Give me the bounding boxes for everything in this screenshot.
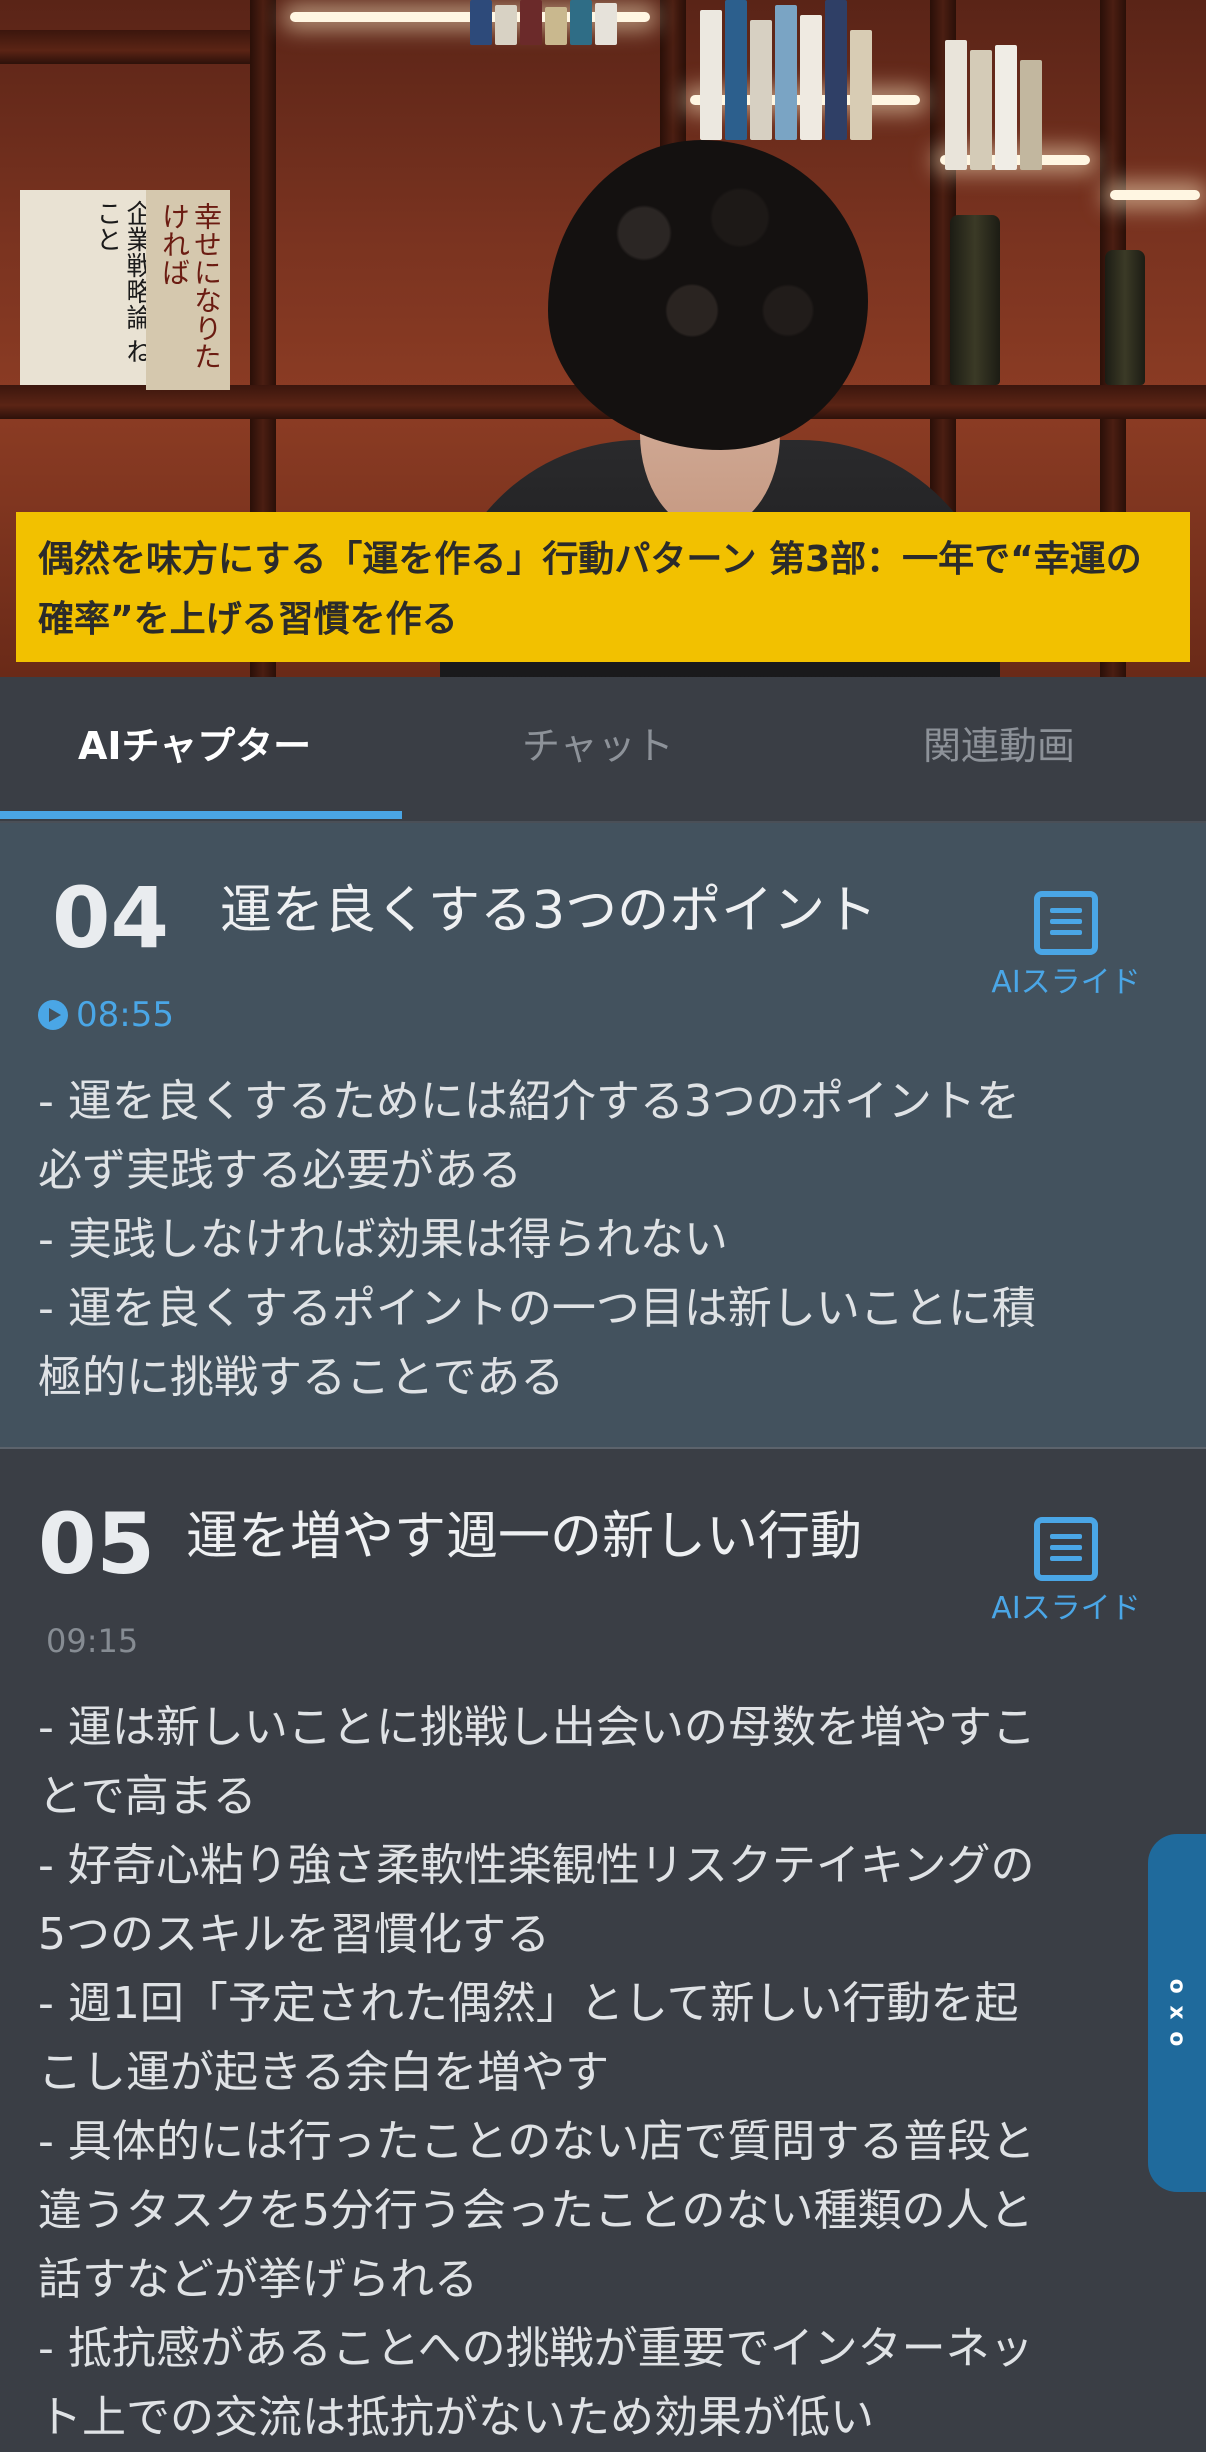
- summary-line: ト上での交流は抵抗がないため効果が低い: [38, 2392, 874, 2443]
- book-row: [470, 0, 617, 45]
- chapter-summary: - 運は新しいことに挑戦し出会いの母数を増やすこ とで高まる - 好奇心粘り強さ…: [38, 1693, 1168, 2452]
- chapter-title: 運を増やす週一の新しい行動: [186, 1507, 863, 1567]
- chapter-time-text: 08:55: [76, 995, 174, 1035]
- summary-line: - 実践しなければ効果は得られない: [38, 1214, 728, 1265]
- document-icon: [1034, 891, 1098, 955]
- play-icon: [38, 1000, 68, 1030]
- summary-line: - 抵抗感があることへの挑戦が重要でインターネッ: [38, 2323, 1034, 2374]
- chapter-card[interactable]: 04 運を良くする3つのポイント 08:55 AIスライド - 運を良くするため…: [0, 823, 1206, 1447]
- chapter-card[interactable]: 05 運を増やす週一の新しい行動 09:15 AIスライド - 運は新しいことに…: [0, 1449, 1206, 2443]
- bottle: [950, 215, 1000, 385]
- chapter-number: 04: [52, 869, 169, 967]
- summary-line: - 運を良くするためには紹介する3つのポイントを: [38, 1076, 1020, 1127]
- chapter-title: 運を良くする3つのポイント: [220, 881, 878, 941]
- side-panel-handle[interactable]: o x o: [1148, 1834, 1206, 2192]
- summary-line: こし運が起きる余白を増やす: [38, 2047, 610, 2098]
- chapter-number: 05: [38, 1495, 155, 1593]
- summary-line: - 週1回「予定された偶然」として新しい行動を起: [38, 1978, 1019, 2029]
- summary-line: 5つのスキルを習慣化する: [38, 1909, 550, 1960]
- book-row: [945, 40, 1042, 170]
- ai-slide-label: AIスライド: [991, 965, 1141, 1000]
- summary-line: 話すなどが挙げられる: [38, 2254, 478, 2305]
- summary-line: 必ず実践する必要がある: [38, 1145, 522, 1196]
- book-cover: 企業戦略論 ねこと: [20, 190, 160, 385]
- chapter-timestamp[interactable]: 08:55: [38, 995, 174, 1035]
- shelf: [0, 30, 250, 64]
- tab-related-videos[interactable]: 関連動画: [923, 721, 1075, 771]
- side-handle-label: o x o: [1164, 1978, 1190, 2048]
- ai-slide-label: AIスライド: [991, 1591, 1141, 1626]
- summary-line: - 運は新しいことに挑戦し出会いの母数を増やすこ: [38, 1702, 1036, 1753]
- summary-line: - 具体的には行ったことのない店で質問する普段と: [38, 2116, 1036, 2167]
- summary-line: 違うタスクを5分行う会ったことのない種類の人と: [38, 2185, 1034, 2236]
- chapter-timestamp[interactable]: 09:15: [46, 1621, 138, 1661]
- summary-line: - 運を良くするポイントの一つ目は新しいことに積: [38, 1283, 1036, 1334]
- summary-line: - 好奇心粘り強さ柔軟性楽観性リスクテイキングの: [38, 1840, 1035, 1891]
- summary-line: 極的に挑戦することである: [38, 1352, 565, 1403]
- document-icon: [1034, 1517, 1098, 1581]
- active-tab-indicator: [0, 811, 402, 819]
- summary-line: とで高まる: [38, 1771, 257, 1822]
- tab-ai-chapter[interactable]: AIチャプター: [78, 721, 311, 771]
- book-row: [700, 0, 872, 140]
- shelf-light: [1110, 190, 1200, 200]
- book-cover: 幸せになりたければ: [146, 190, 230, 390]
- tab-bar: AIチャプター チャット 関連動画: [0, 677, 1206, 823]
- video-player[interactable]: 企業戦略論 ねこと 幸せになりたければ 偶然を味方にする「運を作る」行動パターン…: [0, 0, 1206, 677]
- ai-slide-button[interactable]: AIスライド: [986, 1517, 1146, 1647]
- person-hair: [548, 140, 868, 450]
- video-title-banner: 偶然を味方にする「運を作る」行動パターン 第3部：一年で“幸運の確率”を上げる習…: [16, 512, 1190, 662]
- bottle: [1105, 250, 1145, 385]
- tab-chat[interactable]: チャット: [522, 721, 674, 771]
- ai-slide-button[interactable]: AIスライド: [986, 891, 1146, 1021]
- chapter-summary: - 運を良くするためには紹介する3つのポイントを 必ず実践する必要がある - 実…: [38, 1067, 1168, 1412]
